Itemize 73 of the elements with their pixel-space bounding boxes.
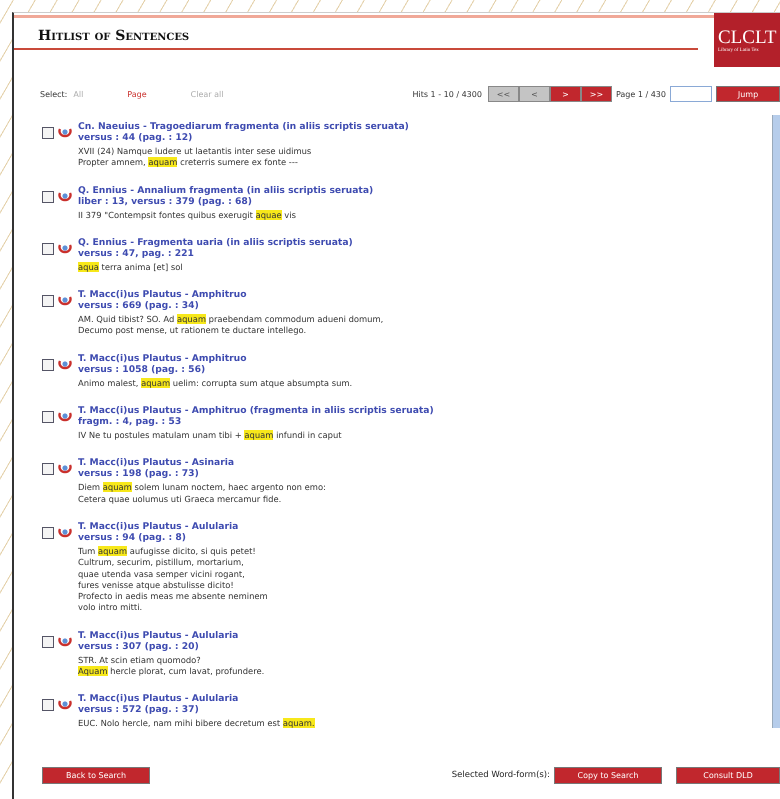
checkbox[interactable] (42, 358, 54, 371)
sentence-text: XVII (24) Namque ludere ut laetantis inter sese uidimus (78, 146, 312, 158)
checkbox[interactable] (42, 526, 54, 539)
sentence-text: quae utenda vasa semper vicini rogant, (78, 568, 246, 580)
result-title-link[interactable]: T. Macc(i)us Plautus - Asinaria (78, 457, 326, 468)
page-title: Hitlist of Sentences (37, 27, 190, 46)
result-reference: versus : 307 (pag. : 20) (78, 640, 200, 652)
ring-icon[interactable] (58, 358, 72, 370)
ring-icon[interactable] (58, 698, 72, 710)
result-reference: versus : 1058 (pag. : 56) (78, 364, 206, 375)
result-title-link[interactable]: T. Macc(i)us Plautus - Amphitruo (fragmenta in aliis scriptis seruata) (78, 405, 434, 416)
result-title-link[interactable]: T. Macc(i)us Plautus - Aulularia (78, 693, 315, 704)
sentence-text: II 379 "Contempsit fontes quibus exerugit aquae vis (78, 210, 297, 221)
ring-icon[interactable] (58, 242, 72, 254)
result-reference: versus : 198 (pag. : 73) (78, 468, 200, 480)
sentence-text: Propter amnem, aquam creterris sumere ex fonte --- (78, 157, 299, 169)
sentence-text: Diem aquam solem lunam noctem, haec argento non emo: (78, 482, 326, 494)
result-reference: versus : 669 (pag. : 34) (78, 300, 200, 312)
consult-button[interactable]: Consult DLD (676, 766, 780, 784)
ring-icon[interactable] (58, 126, 72, 138)
sentence-text: volo intro mitti. (78, 602, 144, 614)
pager-button[interactable]: > (550, 86, 581, 102)
hits-count: Hits 1 - 10 / 4300 (412, 90, 482, 98)
sentence-text: AM. Quid tibist? SO. Ad aquam praebendam commodum adueni domum, (78, 314, 384, 326)
checkbox[interactable] (42, 242, 54, 255)
checkbox[interactable] (42, 190, 54, 203)
result-title-link[interactable]: Q. Ennius - Annalium fragmenta (in aliis scriptis seruata) (78, 184, 374, 196)
result-title-link[interactable]: Cn. Naeuius - Tragoediarum fragmenta (in aliis scriptis seruata) (78, 121, 409, 132)
sentence-text: Tum aquam aufugisse dicito, si quis petet! (78, 546, 257, 558)
sentence-text: Animo malest, aquam uelim: corrupta sum atque absumpta sum. (78, 378, 352, 390)
checkbox[interactable] (42, 411, 54, 424)
result-reference: versus : 94 (pag. : 8) (78, 532, 187, 543)
page-input-field[interactable] (670, 86, 712, 102)
sentence-text: aqua terra anima [et] sol (78, 262, 184, 274)
ring-icon[interactable] (58, 526, 72, 538)
checkbox[interactable] (42, 463, 54, 476)
select-label: Select: (40, 90, 68, 98)
result-reference: liber : 13, versus : 379 (pag. : 68) (78, 196, 253, 207)
sentence-text: Cetera quae uolumus uti Graeca mercamur fide. (78, 494, 282, 505)
copy-button[interactable]: Copy to Search (554, 766, 662, 784)
result-title-link[interactable]: T. Macc(i)us Plautus - Amphitruo (78, 289, 384, 300)
result-title-link[interactable]: T. Macc(i)us Plautus - Aulularia (78, 630, 264, 641)
jump-button[interactable]: Jump (716, 86, 780, 102)
result-reference: fragm. : 4, pag. : 53 (78, 416, 182, 428)
sentence-text: Decumo post mense, ut rationem te ductare intellego. (78, 325, 308, 337)
result-title-link[interactable]: T. Macc(i)us Plautus - Amphitruo (78, 352, 352, 364)
ring-icon[interactable] (58, 410, 72, 422)
result-reference: versus : 44 (pag. : 12) (78, 132, 194, 143)
logo-text: CLCLT (718, 28, 778, 48)
sentence-text: Profecto in aedis meas me absente neminem (78, 591, 268, 602)
back-button[interactable]: Back to Search (42, 766, 150, 784)
result-title-link[interactable]: T. Macc(i)us Plautus - Aulularia (78, 520, 268, 532)
result-reference: versus : 47, pag. : 221 (78, 248, 195, 259)
sentence-text: Aquam hercle plorat, cum lavat, profundere. (78, 666, 264, 678)
ring-icon[interactable] (58, 190, 72, 202)
selected-label: Selected Word-form(s): (452, 770, 550, 780)
ring-icon[interactable] (58, 634, 72, 647)
sentence-text: STR. At scin etiam quomodo? (78, 654, 202, 666)
sentence-text: EUC. Nolo hercle, nam mihi bibere decretum est aquam. (78, 718, 315, 730)
ring-icon[interactable] (58, 294, 72, 306)
checkbox[interactable] (42, 127, 54, 139)
pager-button[interactable]: >> (580, 86, 612, 102)
sentence-text: IV Ne tu postules matulam unam tibi + aquam infundi in caput (78, 430, 343, 442)
checkbox[interactable] (42, 699, 54, 712)
result-title-link[interactable]: Q. Ennius - Fragmenta uaria (in aliis scriptis seruata) (78, 236, 353, 248)
select-link[interactable]: Page (127, 90, 147, 98)
ring-icon[interactable] (58, 462, 72, 474)
checkbox[interactable] (42, 295, 54, 308)
page-count: Page 1 / 430 (616, 90, 666, 98)
sentence-text: fures venisse atque abstulisse dicito! (78, 580, 235, 592)
sentence-text: Cultrum, securim, pistillum, mortarium, (78, 557, 245, 569)
result-reference: versus : 572 (pag. : 37) (78, 704, 200, 716)
checkbox[interactable] (42, 636, 54, 648)
